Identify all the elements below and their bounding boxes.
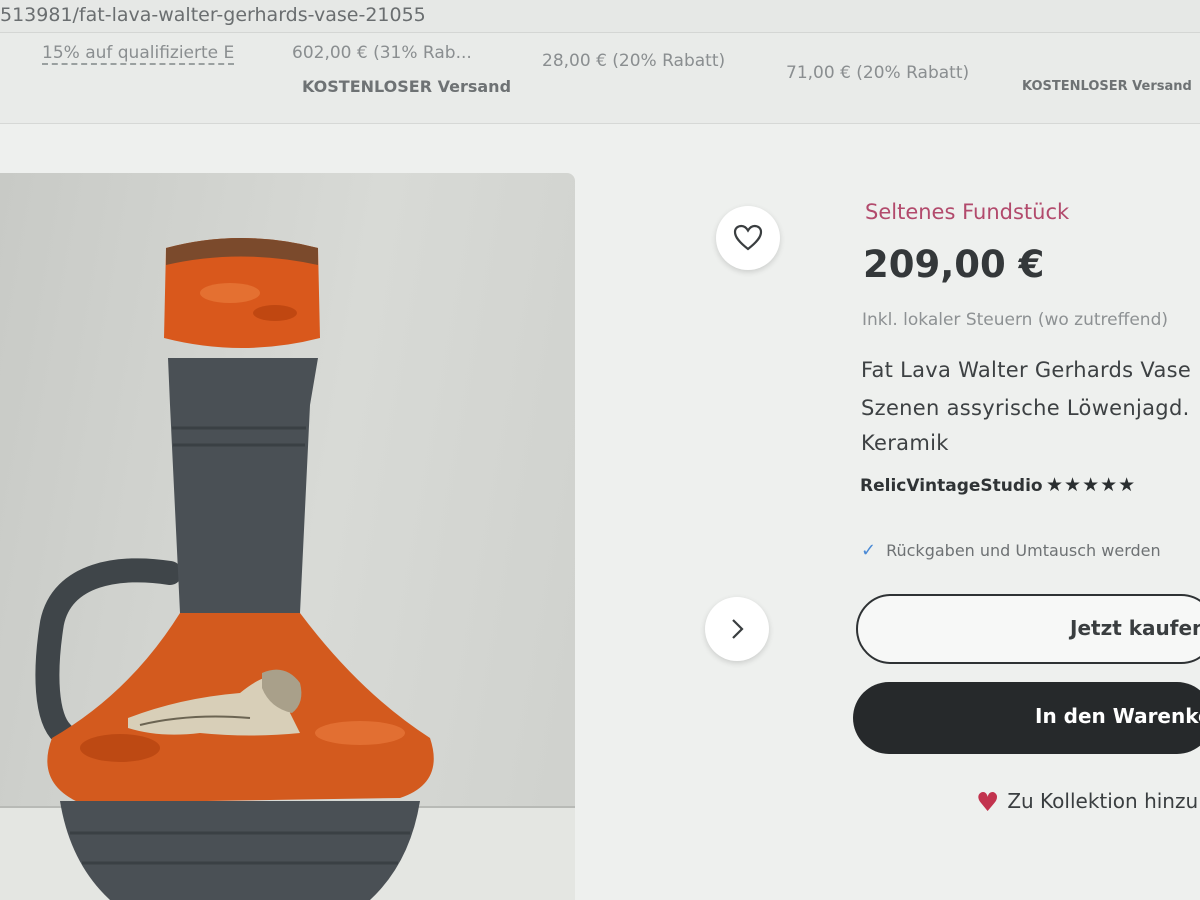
url-text: 513981/fat-lava-walter-gerhards-vase-210… bbox=[0, 4, 426, 26]
heart-icon: ♥ bbox=[976, 788, 1000, 818]
returns-text: Rückgaben und Umtausch werden bbox=[886, 541, 1161, 560]
add-to-collection-button[interactable]: ♥ Zu Kollektion hinzu bbox=[976, 788, 1198, 818]
rec-item-2-shipping: KOSTENLOSER Versand bbox=[302, 77, 512, 96]
buy-now-label: Jetzt kaufen bbox=[1070, 616, 1200, 640]
rec-item-2-price: 602,00 € (31% Rab... bbox=[292, 43, 472, 63]
rating-stars: ★★★★★ bbox=[1046, 474, 1137, 496]
product-title-line-1: Fat Lava Walter Gerhards Vase bbox=[861, 358, 1192, 382]
add-to-cart-button[interactable]: In den Warenkor bbox=[853, 682, 1200, 754]
tax-note: Inkl. lokaler Steuern (wo zutreffend) bbox=[862, 310, 1168, 330]
rare-find-badge: Seltenes Fundstück bbox=[865, 200, 1070, 224]
check-icon: ✓ bbox=[861, 540, 877, 561]
buy-now-button[interactable]: Jetzt kaufen bbox=[856, 594, 1200, 664]
returns-info: ✓ Rückgaben und Umtausch werden bbox=[861, 540, 1161, 561]
rec-item-4-shipping: KOSTENLOSER Versand bbox=[1022, 79, 1192, 94]
vase-illustration bbox=[35, 238, 434, 900]
add-to-collection-label: Zu Kollektion hinzu bbox=[1007, 789, 1199, 813]
shop-name-link[interactable]: RelicVintageStudio bbox=[860, 476, 1043, 496]
rec-item-4-price: 71,00 € (20% Rabatt) bbox=[786, 63, 970, 83]
product-title-line-3: Keramik bbox=[861, 431, 949, 455]
promo-link[interactable]: 15% auf qualifizierte E bbox=[42, 43, 235, 65]
heart-outline-icon bbox=[733, 224, 763, 251]
product-title-line-2: Szenen assyrische Löwenjagd. bbox=[861, 396, 1190, 420]
chevron-right-icon bbox=[732, 619, 744, 639]
add-to-cart-label: In den Warenkor bbox=[1035, 704, 1200, 728]
address-bar[interactable]: 513981/fat-lava-walter-gerhards-vase-210… bbox=[0, 0, 1200, 33]
product-image[interactable] bbox=[0, 173, 575, 900]
product-price: 209,00 € bbox=[863, 243, 1045, 286]
favorite-button[interactable] bbox=[716, 206, 780, 270]
recommendation-strip: 15% auf qualifizierte E 602,00 € (31% Ra… bbox=[0, 33, 1200, 124]
next-image-button[interactable] bbox=[705, 597, 769, 661]
rec-item-3-price: 28,00 € (20% Rabatt) bbox=[542, 51, 726, 71]
